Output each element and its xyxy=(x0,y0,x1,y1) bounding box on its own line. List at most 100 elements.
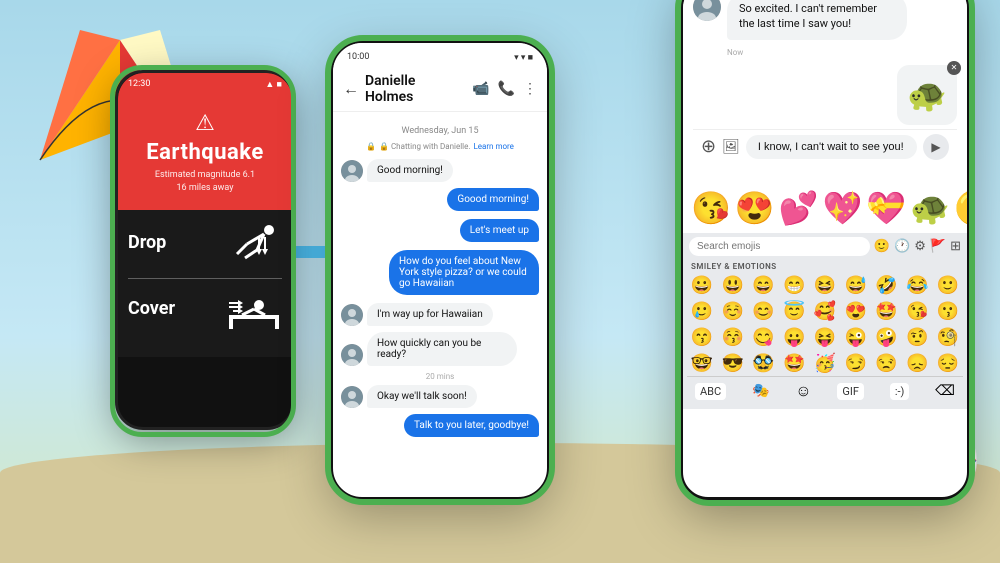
bubble-sent: How do you feel about New York style piz… xyxy=(389,250,539,295)
gif-button[interactable]: GIF xyxy=(837,383,864,400)
cover-instruction: Cover xyxy=(128,287,282,329)
learn-more-link[interactable]: Learn more xyxy=(473,142,513,151)
phone-middle: 10:00 ▾ ▾ ■ ← Danielle Holmes 📹 📞 ⋮ Wedn… xyxy=(330,40,550,500)
message-sent-4: Talk to you later, goodbye! xyxy=(341,414,539,441)
avatar-danielle xyxy=(341,160,363,182)
emoji-tab-flag[interactable]: 🚩 xyxy=(930,239,946,254)
emoji-cell[interactable]: 😝 xyxy=(810,325,840,350)
sticker-yellow[interactable]: 🟡 xyxy=(954,189,967,227)
sticker-ribbon-heart[interactable]: 💝 xyxy=(866,189,906,227)
close-sticker-button[interactable]: ✕ xyxy=(947,61,961,75)
message-input[interactable] xyxy=(746,135,917,159)
cover-figure-icon xyxy=(227,287,282,329)
emoji-tab-clock[interactable]: 🕐 xyxy=(894,239,910,254)
emoji-cell[interactable]: 😎 xyxy=(718,351,748,376)
sticker-turtle[interactable]: 🐢 xyxy=(910,189,950,227)
sticker-hearts[interactable]: 💕 xyxy=(779,189,819,227)
abc-button[interactable]: ABC xyxy=(695,383,726,400)
secure-label: 🔒 🔒 Chatting with Danielle. Learn more xyxy=(341,142,539,151)
emoji-cell[interactable]: 😊 xyxy=(749,299,779,324)
emoji-cell[interactable]: 😋 xyxy=(749,325,779,350)
earthquake-title: Earthquake xyxy=(128,140,282,165)
messages-signal: ▾ ▾ ■ xyxy=(514,52,533,63)
sticker-kiss[interactable]: 😘 xyxy=(691,189,731,227)
sticker-sparkling-heart[interactable]: 💖 xyxy=(823,189,863,227)
bubble-received-4: Okay we'll talk soon! xyxy=(367,385,477,408)
date-label: Wednesday, Jun 15 xyxy=(341,126,539,136)
emoji-cell[interactable]: 🤩 xyxy=(872,299,902,324)
more-options-icon[interactable]: ⋮ xyxy=(523,81,537,97)
emoji-keyboard-button[interactable]: ☺ xyxy=(795,381,811,401)
emoji-cell[interactable]: 🥲 xyxy=(687,299,717,324)
message-received-2: I'm way up for Hawaiian xyxy=(341,303,539,326)
emoji-cell[interactable]: 😔 xyxy=(933,351,963,376)
emoji-cell[interactable]: 🥰 xyxy=(810,299,840,324)
emoji-cell[interactable]: 😍 xyxy=(841,299,871,324)
emoji-search-input[interactable] xyxy=(689,237,870,256)
emoji-cell[interactable]: ☺️ xyxy=(718,299,748,324)
emoji-cell[interactable]: 😞 xyxy=(902,351,932,376)
emoji-cell[interactable]: 🤩 xyxy=(779,351,809,376)
emoji-cell[interactable]: 🥸 xyxy=(749,351,779,376)
battery-icon: ▲ ■ xyxy=(265,79,282,90)
keyboard-bottom-bar: ABC 🎭 ☺ GIF :-) ⌫ xyxy=(687,376,963,405)
emoji-cell[interactable]: 😒 xyxy=(872,351,902,376)
emoji-cell[interactable]: 😁 xyxy=(779,273,809,298)
messages-body: Wednesday, Jun 15 🔒 🔒 Chatting with Dani… xyxy=(333,112,547,466)
backspace-button[interactable]: ⌫ xyxy=(935,383,955,399)
earthquake-status-bar: 12:30 ▲ ■ xyxy=(118,73,292,95)
bubble-received: Good morning! xyxy=(367,159,453,182)
phone-left: 12:30 ▲ ■ ⚠ Earthquake Estimated magnitu… xyxy=(115,70,295,430)
time-display: 12:30 xyxy=(128,79,150,89)
emoji-cell[interactable]: 😏 xyxy=(841,351,871,376)
emoji-cell[interactable]: 🤣 xyxy=(872,273,902,298)
add-attachment-icon[interactable]: ⊕ xyxy=(701,136,716,157)
video-call-icon[interactable]: 📹 xyxy=(472,81,489,97)
sticker-keyboard-button[interactable]: 🎭 xyxy=(752,383,769,399)
earthquake-subtitle: Estimated magnitude 6.1 16 miles away xyxy=(128,169,282,194)
emoji-cell[interactable]: 😅 xyxy=(841,273,871,298)
emoji-tab-grid[interactable]: ⊞ xyxy=(950,239,961,254)
emoji-cell[interactable]: 🤪 xyxy=(872,325,902,350)
sticker-button[interactable]: 🖼 xyxy=(722,139,740,155)
cover-label: Cover xyxy=(128,298,175,319)
voice-call-icon[interactable]: 📞 xyxy=(498,81,515,97)
emoji-cell[interactable]: 🤓 xyxy=(687,351,717,376)
emoji-keyboard: 🙂 🕐 ⚙ 🚩 ⊞ SMILEY & EMOTIONS 😀 😃 😄 😁 😆 😅 … xyxy=(683,233,967,409)
emoji-grid: 😀 😃 😄 😁 😆 😅 🤣 😂 🙂 🥲 ☺️ 😊 😇 🥰 😍 🤩 😘 😗 😙 😚… xyxy=(687,273,963,376)
turtle-sticker-message: 🐢 ✕ xyxy=(693,65,957,125)
emoji-cell[interactable]: 🧐 xyxy=(933,325,963,350)
emoji-cell[interactable]: 😙 xyxy=(687,325,717,350)
sticker-heart-eyes[interactable]: 😍 xyxy=(735,189,775,227)
send-button[interactable]: ▶ xyxy=(923,134,949,160)
emoji-cell[interactable]: 🙂 xyxy=(933,273,963,298)
emoji-cell[interactable]: 😃 xyxy=(718,273,748,298)
emoji-cell[interactable]: 😜 xyxy=(841,325,871,350)
emoji-cell[interactable]: 😂 xyxy=(902,273,932,298)
messages-status-bar: 10:00 ▾ ▾ ■ xyxy=(333,43,547,67)
emoji-message-time: Now xyxy=(727,48,957,57)
message-received-1: Good morning! xyxy=(341,159,539,182)
avatar-danielle-2 xyxy=(341,304,363,326)
emoji-cell[interactable]: 🥳 xyxy=(810,351,840,376)
emoji-bubble-received: So excited. I can't remember the last ti… xyxy=(727,0,907,40)
emoji-cell[interactable]: 😇 xyxy=(779,299,809,324)
emoticon-button[interactable]: :-) xyxy=(890,383,910,400)
emoji-cell[interactable]: 😚 xyxy=(718,325,748,350)
message-sent-1: Goood morning! xyxy=(341,188,539,215)
emoji-cell[interactable]: 😆 xyxy=(810,273,840,298)
bubble-sent-4: Talk to you later, goodbye! xyxy=(404,414,539,437)
emoji-cell[interactable]: 🤨 xyxy=(902,325,932,350)
emoji-tab-smileys[interactable]: 🙂 xyxy=(874,239,890,254)
drop-instruction: Drop xyxy=(128,222,282,262)
emoji-cell[interactable]: 😄 xyxy=(749,273,779,298)
emoji-cell[interactable]: 😗 xyxy=(933,299,963,324)
emoji-cell[interactable]: 😀 xyxy=(687,273,717,298)
emoji-chat-area: So excited. I can't remember the last ti… xyxy=(683,0,967,183)
back-button[interactable]: ← xyxy=(343,79,359,99)
emoji-cell[interactable]: 😘 xyxy=(902,299,932,324)
messages-header: ← Danielle Holmes 📹 📞 ⋮ xyxy=(333,67,547,112)
emoji-tab-settings[interactable]: ⚙ xyxy=(914,239,926,254)
bubble-sent: Let's meet up xyxy=(460,219,539,242)
emoji-cell[interactable]: 😛 xyxy=(779,325,809,350)
